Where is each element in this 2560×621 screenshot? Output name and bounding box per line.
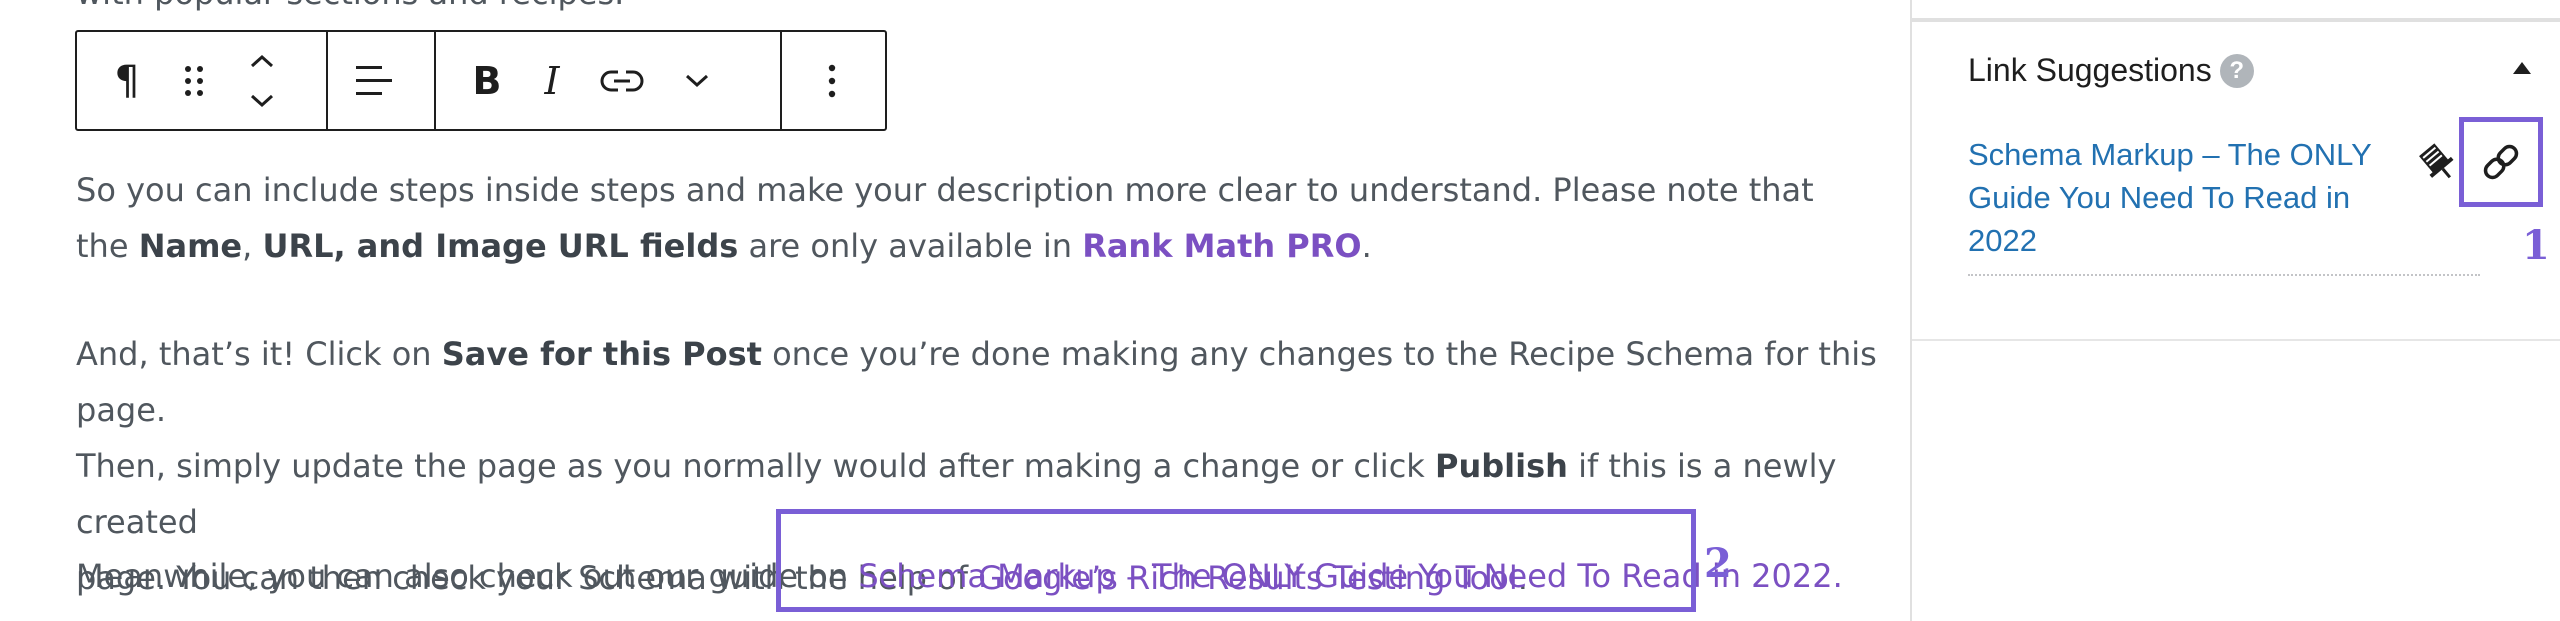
block-toolbar: ¶ B I <box>75 30 887 131</box>
suggestion-link[interactable]: Schema Markup – The ONLY Guide You Need … <box>1968 133 2398 262</box>
italic-button[interactable]: I <box>522 32 582 129</box>
more-formatting-button[interactable] <box>667 32 727 129</box>
paragraph-1[interactable]: So you can include steps inside steps an… <box>76 162 1814 274</box>
insert-link-button[interactable] <box>2459 117 2543 207</box>
link-icon <box>600 70 644 91</box>
rank-math-pro-link[interactable]: Rank Math PRO <box>1082 227 1361 265</box>
caret-up-icon <box>2513 62 2531 74</box>
bold-button[interactable]: B <box>457 32 517 129</box>
move-up-down-icon <box>250 54 274 107</box>
link-button[interactable] <box>587 32 657 129</box>
drag-handle[interactable] <box>169 32 219 129</box>
callout-number-1: 1 <box>2522 222 2550 269</box>
editor-canvas: with popular sections and recipes. ¶ <box>0 0 1910 621</box>
align-left-icon <box>356 65 392 95</box>
inserted-link-highlight <box>776 509 1696 612</box>
pin-suggestion-button[interactable] <box>2417 140 2457 188</box>
help-icon[interactable]: ? <box>2219 53 2254 88</box>
block-options-button[interactable] <box>797 32 867 129</box>
link-icon <box>2483 144 2519 180</box>
link-suggestions-header[interactable]: Link Suggestions ? <box>1968 52 2254 89</box>
pilcrow-icon: ¶ <box>114 57 140 104</box>
callout-number-2: 2 <box>1704 540 1732 587</box>
more-vertical-icon <box>828 64 836 97</box>
pin-icon <box>2419 143 2454 179</box>
move-up-down-button[interactable] <box>237 32 287 129</box>
settings-sidebar: Link Suggestions ? Schema Markup – The O… <box>1910 0 2560 621</box>
panel-title: Link Suggestions <box>1968 52 2212 88</box>
paragraph-block-button[interactable]: ¶ <box>97 32 157 129</box>
paragraph-2-line-1: And, that’s it! Click on Save for this P… <box>76 335 1877 429</box>
paragraph-1-line-2: the Name, URL, and Image URL fields are … <box>76 227 1372 265</box>
paragraph-1-line-1: So you can include steps inside steps an… <box>76 171 1814 209</box>
previous-paragraph: with popular sections and recipes. <box>76 0 624 12</box>
drag-handle-icon <box>185 65 203 96</box>
align-button[interactable] <box>339 32 409 129</box>
collapse-panel-button[interactable] <box>2512 60 2532 79</box>
chevron-down-icon <box>685 74 709 87</box>
